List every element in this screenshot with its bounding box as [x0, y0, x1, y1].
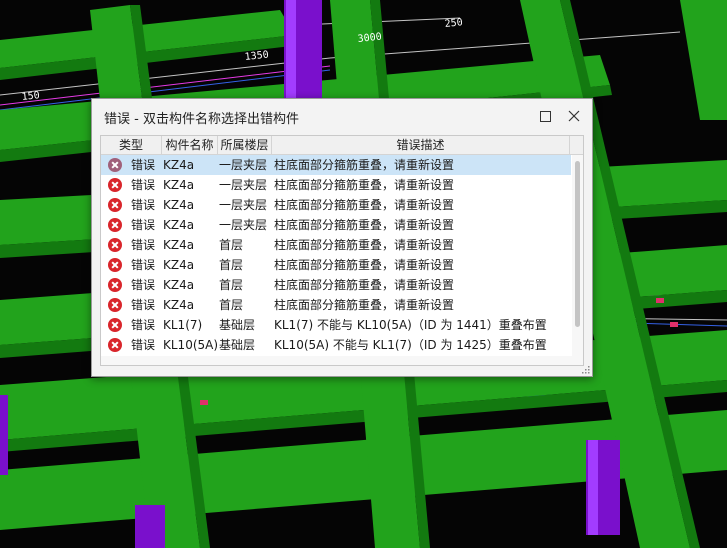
row-type: 错误	[131, 278, 156, 292]
table-header: 类型 构件名称 所属楼层 错误描述	[101, 136, 583, 155]
row-component-name[interactable]: KL1(7)	[163, 315, 219, 335]
error-icon	[108, 258, 122, 272]
row-type: 错误	[131, 178, 156, 192]
scrollbar-thumb[interactable]	[575, 161, 580, 327]
table-row[interactable]: 错误 KZ4a 首层 柱底面部分箍筋重叠，请重新设置	[101, 255, 571, 275]
close-icon	[568, 110, 580, 122]
error-icon	[108, 298, 122, 312]
vertical-scrollbar[interactable]	[572, 155, 583, 365]
row-component-name[interactable]: KZ4a	[163, 215, 219, 235]
row-description: 柱底面部分箍筋重叠，请重新设置	[274, 238, 455, 252]
table-row[interactable]: 错误 KZ4a 一层夹层 柱底面部分箍筋重叠，请重新设置	[101, 195, 571, 215]
row-type: 错误	[131, 158, 156, 172]
row-component-name[interactable]: KZ4a	[163, 195, 219, 215]
column-header-floor[interactable]: 所属楼层	[218, 136, 272, 154]
row-description: KL10(5A) 不能与 KL1(7)（ID 为 1425）重叠布置	[274, 338, 547, 352]
row-floor: 基础层	[219, 338, 256, 352]
column-header-description[interactable]: 错误描述	[272, 136, 570, 154]
row-description: 柱底面部分箍筋重叠，请重新设置	[274, 218, 455, 232]
error-icon	[108, 198, 122, 212]
table-row[interactable]: 错误 KL10(5A) 基础层 KL10(5A) 不能与 KL1(7)（ID 为…	[101, 335, 571, 355]
row-type: 错误	[131, 258, 156, 272]
table-row[interactable]: 错误 KZ4a 一层夹层 柱底面部分箍筋重叠，请重新设置	[101, 175, 571, 195]
row-floor: 首层	[219, 278, 244, 292]
row-description: 柱底面部分箍筋重叠，请重新设置	[274, 158, 455, 172]
row-type: 错误	[131, 198, 156, 212]
row-description: KL1(7) 不能与 KL10(5A)（ID 为 1441）重叠布置	[274, 318, 547, 332]
row-component-name[interactable]: KZ4a	[163, 175, 219, 195]
error-icon	[108, 318, 122, 332]
column-header-type[interactable]: 类型	[101, 136, 162, 154]
error-dialog: 错误 - 双击构件名称选择出错构件 类型 构件名称 所属楼层 错误描述 错误 K…	[91, 98, 593, 377]
row-floor: 首层	[219, 238, 244, 252]
table-row[interactable]: 错误 KZ4a 首层 柱底面部分箍筋重叠，请重新设置	[101, 235, 571, 255]
row-floor: 首层	[219, 258, 244, 272]
row-floor: 一层夹层	[219, 198, 268, 212]
error-icon	[108, 238, 122, 252]
row-description: 柱底面部分箍筋重叠，请重新设置	[274, 278, 455, 292]
error-icon	[108, 158, 122, 172]
column-header-component-name[interactable]: 构件名称	[162, 136, 218, 154]
dialog-titlebar[interactable]: 错误 - 双击构件名称选择出错构件	[92, 99, 592, 133]
row-component-name[interactable]: KZ4a	[163, 235, 219, 255]
row-description: 柱底面部分箍筋重叠，请重新设置	[274, 198, 455, 212]
dimension-label: 250	[444, 17, 463, 30]
row-component-name[interactable]: KZ4a	[163, 275, 219, 295]
row-component-name[interactable]: KL10(5A)	[163, 335, 219, 355]
table-row[interactable]: 错误 KZ4a 一层夹层 柱底面部分箍筋重叠，请重新设置	[101, 215, 571, 235]
row-type: 错误	[131, 218, 156, 232]
row-floor: 首层	[219, 298, 244, 312]
error-icon	[108, 178, 122, 192]
close-button[interactable]	[561, 104, 587, 128]
resize-grip-icon[interactable]	[580, 364, 590, 374]
row-type: 错误	[131, 318, 156, 332]
row-component-name[interactable]: KZ4a	[163, 295, 219, 315]
table-row[interactable]: 错误 KZ4a 一层夹层 柱底面部分箍筋重叠，请重新设置	[101, 155, 571, 175]
dimension-label: 150	[21, 90, 40, 103]
row-component-name[interactable]: KZ4a	[163, 155, 219, 175]
row-type: 错误	[131, 238, 156, 252]
error-table: 类型 构件名称 所属楼层 错误描述 错误 KZ4a 一层夹层 柱底面部分箍筋重叠…	[100, 135, 584, 366]
error-icon	[108, 218, 122, 232]
horizontal-scrollbar[interactable]	[101, 356, 572, 365]
maximize-icon	[539, 110, 551, 122]
row-description: 柱底面部分箍筋重叠，请重新设置	[274, 258, 455, 272]
row-type: 错误	[131, 298, 156, 312]
row-floor: 基础层	[219, 318, 256, 332]
row-component-name[interactable]: KZ4a	[163, 255, 219, 275]
error-icon	[108, 338, 122, 352]
row-description: 柱底面部分箍筋重叠，请重新设置	[274, 298, 455, 312]
row-description: 柱底面部分箍筋重叠，请重新设置	[274, 178, 455, 192]
table-row[interactable]: 错误 KZ4a 首层 柱底面部分箍筋重叠，请重新设置	[101, 275, 571, 295]
table-row[interactable]: 错误 KL1(7) 基础层 KL1(7) 不能与 KL10(5A)（ID 为 1…	[101, 315, 571, 335]
row-floor: 一层夹层	[219, 158, 268, 172]
maximize-button[interactable]	[532, 104, 558, 128]
dialog-title: 错误 - 双击构件名称选择出错构件	[104, 112, 299, 127]
row-floor: 一层夹层	[219, 178, 268, 192]
error-icon	[108, 278, 122, 292]
table-row[interactable]: 错误 KZ4a 首层 柱底面部分箍筋重叠，请重新设置	[101, 295, 571, 315]
row-floor: 一层夹层	[219, 218, 268, 232]
row-type: 错误	[131, 338, 156, 352]
